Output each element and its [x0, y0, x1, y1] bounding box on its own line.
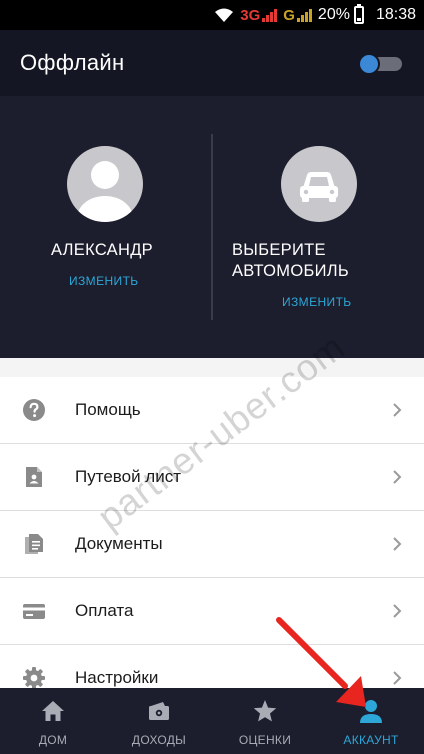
network-type-3g: 3G	[240, 6, 261, 24]
settings-icon	[23, 667, 45, 689]
battery-icon	[353, 4, 364, 24]
battery-percent: 20%	[317, 6, 350, 23]
menu-item-payment[interactable]: Оплата	[0, 578, 424, 645]
tab-ratings[interactable]: ОЦЕНКИ	[212, 688, 318, 754]
star-icon	[253, 700, 277, 722]
chevron-right-icon	[393, 470, 402, 484]
menu-item-label: Путевой лист	[75, 467, 181, 486]
documents-icon	[25, 534, 43, 554]
edit-driver-link[interactable]: ИЗМЕНИТЬ	[69, 274, 139, 288]
profile-divider	[211, 134, 213, 320]
signal-icon	[296, 8, 312, 22]
wifi-icon	[214, 7, 234, 23]
tab-earnings[interactable]: ДОХОДЫ	[106, 688, 212, 754]
menu-item-waybill[interactable]: Путевой лист	[0, 444, 424, 511]
network-type-g: G	[283, 6, 295, 24]
tab-home[interactable]: ДОМ	[0, 688, 106, 754]
card-icon	[23, 604, 45, 619]
driver-name: АЛЕКСАНДР	[51, 241, 153, 259]
menu-item-label: Помощь	[75, 400, 141, 419]
chevron-right-icon	[393, 403, 402, 417]
tab-label: ДОХОДЫ	[131, 733, 187, 747]
tab-label: ДОМ	[38, 733, 68, 747]
bottom-nav: ДОМ ДОХОДЫ ОЦЕНКИ АККАУНТ	[0, 688, 424, 754]
menu-item-documents[interactable]: Документы	[0, 511, 424, 578]
car-icon	[300, 172, 338, 202]
online-toggle[interactable]	[356, 53, 402, 75]
tab-account[interactable]: АККАУНТ	[318, 688, 424, 754]
signal-icon	[262, 8, 278, 22]
waybill-icon	[26, 467, 42, 487]
wallet-icon	[149, 702, 169, 720]
edit-vehicle-link[interactable]: ИЗМЕНИТЬ	[282, 295, 352, 309]
vehicle-avatar[interactable]	[281, 146, 357, 222]
chevron-right-icon	[393, 537, 402, 551]
toggle-knob	[358, 53, 380, 75]
menu-item-label: Документы	[75, 534, 163, 553]
home-icon	[42, 701, 64, 721]
status-bar: 3G G 20% 18:38	[0, 0, 424, 30]
menu-item-label: Настройки	[75, 668, 159, 687]
tab-label: АККАУНТ	[343, 733, 399, 747]
help-icon	[23, 399, 45, 421]
clock: 18:38	[375, 6, 416, 23]
profile-panel: АЛЕКСАНДР ИЗМЕНИТЬ ВЫБЕРИТЕ АВТОМОБИЛЬ И…	[0, 96, 424, 358]
person-icon	[360, 700, 382, 723]
vehicle-name-line1: ВЫБЕРИТЕ	[232, 241, 326, 259]
driver-avatar[interactable]	[67, 146, 143, 222]
status-title: Оффлайн	[20, 50, 125, 75]
tab-label: ОЦЕНКИ	[238, 733, 292, 747]
menu-item-help[interactable]: Помощь	[0, 377, 424, 444]
vehicle-name-line2: АВТОМОБИЛЬ	[232, 262, 350, 280]
chevron-right-icon	[393, 604, 402, 618]
person-silhouette-icon	[77, 161, 133, 222]
account-menu: Помощь Путевой лист Документы Оплата Нас…	[0, 377, 424, 712]
header-bar: Оффлайн	[0, 30, 424, 96]
menu-item-label: Оплата	[75, 601, 134, 620]
chevron-right-icon	[393, 671, 402, 685]
